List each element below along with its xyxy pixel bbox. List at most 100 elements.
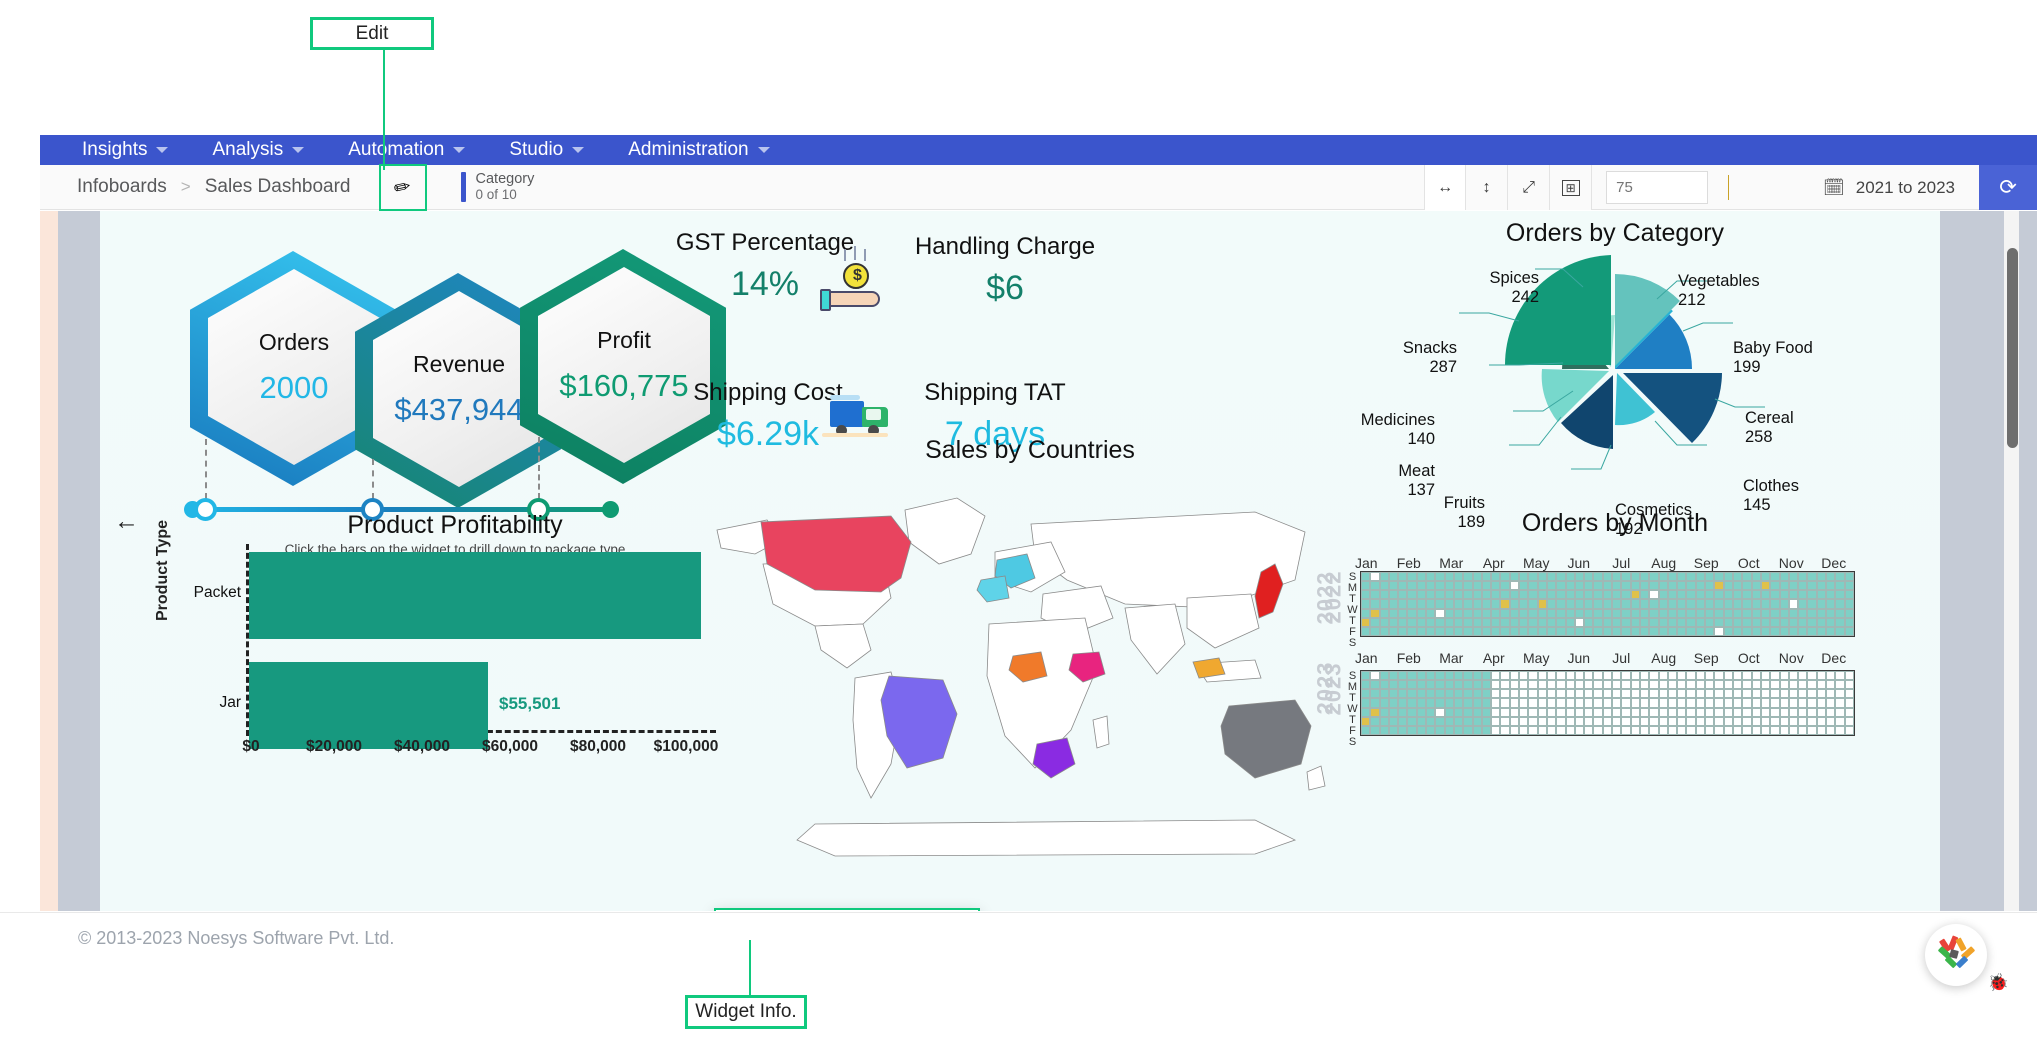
calendar-day-cell[interactable]	[1807, 599, 1817, 609]
calendar-day-cell[interactable]	[1444, 599, 1454, 609]
calendar-day-cell[interactable]	[1453, 707, 1464, 717]
calendar-day-cell[interactable]	[1779, 599, 1789, 609]
calendar-day-cell[interactable]	[1779, 680, 1789, 690]
calendar-day-cell[interactable]	[1639, 716, 1650, 726]
calendar-day-cell[interactable]	[1751, 617, 1761, 627]
calendar-day-cell[interactable]	[1379, 716, 1389, 726]
calendar-day-cell[interactable]	[1667, 617, 1678, 627]
calendar-day-cell[interactable]	[1388, 698, 1399, 708]
calendar-day-cell[interactable]	[1537, 725, 1547, 735]
calendar-day-cell[interactable]	[1677, 608, 1687, 618]
calendar-day-cell[interactable]	[1826, 572, 1836, 582]
calendar-day-cell[interactable]	[1621, 680, 1631, 690]
calendar-day-cell[interactable]	[1826, 716, 1836, 726]
calendar-day-cell[interactable]	[1546, 608, 1557, 618]
calendar-day-cell[interactable]	[1463, 725, 1473, 735]
calendar-day-cell[interactable]	[1714, 707, 1724, 717]
calendar-day-cell[interactable]	[1695, 689, 1705, 699]
calendar-day-cell[interactable]	[1844, 689, 1854, 699]
calendar-day-cell[interactable]	[1732, 608, 1743, 618]
calendar-day-cell[interactable]	[1760, 689, 1771, 699]
calendar-day-cell[interactable]	[1612, 707, 1622, 717]
calendar-day-cell[interactable]	[1658, 590, 1668, 600]
calendar-day-cell[interactable]	[1509, 725, 1520, 735]
calendar-day-cell[interactable]	[1444, 572, 1454, 582]
calendar-day-cell[interactable]	[1361, 608, 1371, 618]
calendar-day-cell[interactable]	[1519, 599, 1529, 609]
calendar-day-cell[interactable]	[1770, 680, 1780, 690]
calendar-day-cell[interactable]	[1807, 689, 1817, 699]
calendar-day-cell[interactable]	[1667, 626, 1678, 636]
calendar-day-cell[interactable]	[1453, 671, 1464, 681]
widget-orders-by-category[interactable]: Orders by Category Spices 242 Vegetables…	[1315, 219, 1915, 538]
calendar-day-cell[interactable]	[1481, 590, 1492, 600]
calendar-day-cell[interactable]	[1528, 626, 1538, 636]
calendar-day-cell[interactable]	[1584, 716, 1594, 726]
calendar-day-cell[interactable]	[1593, 680, 1603, 690]
calendar-day-cell[interactable]	[1435, 725, 1445, 735]
calendar-day-cell[interactable]	[1472, 689, 1482, 699]
calendar-day-cell[interactable]	[1361, 626, 1371, 636]
calendar-day-cell[interactable]	[1770, 590, 1780, 600]
calendar-day-cell[interactable]	[1435, 698, 1445, 708]
calendar-day-cell[interactable]	[1798, 725, 1808, 735]
calendar-day-cell[interactable]	[1630, 590, 1640, 600]
calendar-day-cell[interactable]	[1370, 725, 1380, 735]
calendar-day-cell[interactable]	[1453, 698, 1464, 708]
layout-button[interactable]: ⊞	[1550, 165, 1593, 210]
calendar-day-cell[interactable]	[1714, 671, 1724, 681]
calendar-day-cell[interactable]	[1844, 626, 1854, 636]
calendar-day-cell[interactable]	[1370, 716, 1380, 726]
calendar-day-cell[interactable]	[1667, 608, 1678, 618]
calendar-day-cell[interactable]	[1723, 617, 1733, 627]
calendar-day-cell[interactable]	[1742, 680, 1752, 690]
calendar-day-cell[interactable]	[1686, 608, 1696, 618]
calendar-day-cell[interactable]	[1370, 698, 1380, 708]
calendar-day-cell[interactable]	[1835, 716, 1845, 726]
calendar-day-cell[interactable]	[1602, 707, 1613, 717]
calendar-day-cell[interactable]	[1416, 599, 1427, 609]
infoweave-assistant-button[interactable]	[1925, 924, 1987, 986]
calendar-day-cell[interactable]	[1416, 716, 1427, 726]
calendar-day-cell[interactable]	[1602, 671, 1613, 681]
calendar-day-cell[interactable]	[1677, 626, 1687, 636]
calendar-day-cell[interactable]	[1472, 599, 1482, 609]
calendar-day-cell[interactable]	[1695, 716, 1705, 726]
calendar-day-cell[interactable]	[1732, 671, 1743, 681]
calendar-day-cell[interactable]	[1714, 626, 1724, 636]
calendar-day-cell[interactable]	[1788, 599, 1799, 609]
calendar-day-cell[interactable]	[1472, 698, 1482, 708]
calendar-day-cell[interactable]	[1835, 698, 1845, 708]
calendar-day-cell[interactable]	[1816, 626, 1827, 636]
calendar-day-cell[interactable]	[1639, 617, 1650, 627]
calendar-day-cell[interactable]	[1435, 599, 1445, 609]
calendar-day-cell[interactable]	[1751, 572, 1761, 582]
calendar-day-cell[interactable]	[1732, 680, 1743, 690]
calendar-day-cell[interactable]	[1844, 617, 1854, 627]
calendar-day-cell[interactable]	[1481, 689, 1492, 699]
calendar-day-cell[interactable]	[1612, 725, 1622, 735]
calendar-day-cell[interactable]	[1463, 698, 1473, 708]
calendar-day-cell[interactable]	[1844, 581, 1854, 591]
calendar-day-cell[interactable]	[1714, 716, 1724, 726]
calendar-day-cell[interactable]	[1453, 599, 1464, 609]
refresh-button[interactable]: ⟳	[1979, 165, 2037, 210]
calendar-day-cell[interactable]	[1667, 698, 1678, 708]
calendar-day-cell[interactable]	[1388, 626, 1399, 636]
calendar-day-cell[interactable]	[1435, 707, 1445, 717]
calendar-day-cell[interactable]	[1519, 617, 1529, 627]
calendar-day-cell[interactable]	[1519, 716, 1529, 726]
calendar-day-cell[interactable]	[1760, 599, 1771, 609]
calendar-day-cell[interactable]	[1556, 671, 1566, 681]
calendar-day-cell[interactable]	[1742, 599, 1752, 609]
calendar-day-cell[interactable]	[1686, 572, 1696, 582]
calendar-day-cell[interactable]	[1649, 581, 1659, 591]
calendar-day-cell[interactable]	[1816, 680, 1827, 690]
calendar-day-cell[interactable]	[1630, 725, 1640, 735]
calendar-day-cell[interactable]	[1491, 725, 1501, 735]
calendar-day-cell[interactable]	[1788, 707, 1799, 717]
calendar-day-cell[interactable]	[1779, 698, 1789, 708]
calendar-day-cell[interactable]	[1509, 716, 1520, 726]
calendar-day-cell[interactable]	[1612, 698, 1622, 708]
calendar-day-cell[interactable]	[1835, 671, 1845, 681]
